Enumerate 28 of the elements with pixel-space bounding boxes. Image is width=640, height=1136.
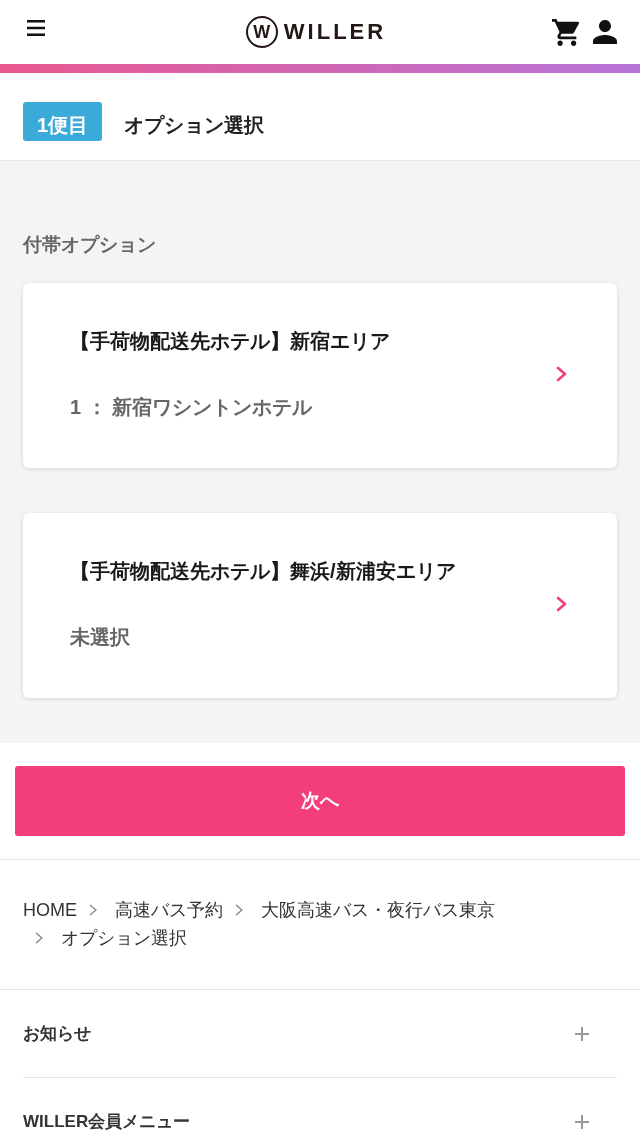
user-icon[interactable] (593, 20, 617, 44)
next-button[interactable]: 次へ (15, 766, 625, 836)
plus-icon[interactable] (575, 1026, 589, 1041)
option-value: 未選択 (70, 625, 130, 649)
logo-mark[interactable]: W (245, 16, 278, 48)
option-card[interactable]: 【手荷物配送先ホテル】舞浜/新浦安エリア 未選択 (23, 513, 617, 698)
chevron-icon (556, 596, 567, 612)
section-heading: 付帯オプション (23, 233, 156, 257)
breadcrumb-link[interactable]: HOME (23, 896, 77, 924)
option-value: 1 ： 新宿ワシントンホテル (70, 395, 313, 419)
chevron-icon (556, 366, 567, 382)
logo-text[interactable]: WILLER (283, 21, 387, 43)
option-title: 【手荷物配送先ホテル】新宿エリア (70, 329, 390, 353)
page-title: オプション選択 (124, 114, 265, 136)
option-card[interactable]: 【手荷物配送先ホテル】新宿エリア 1 ： 新宿ワシントンホテル (23, 283, 617, 468)
trip-badge: 1便目 (23, 102, 103, 141)
breadcrumb-link[interactable]: 高速バス予約 (115, 896, 223, 924)
accordion-title[interactable]: WILLER会員メニュー (23, 1110, 191, 1133)
breadcrumb-link[interactable]: 大阪高速バス・夜行バス東京 (261, 896, 495, 924)
breadcrumb-current: オプション選択 (61, 927, 187, 950)
option-title: 【手荷物配送先ホテル】舞浜/新浦安エリア (70, 559, 456, 583)
chevron-icon (235, 904, 243, 916)
chevron-icon (35, 932, 43, 944)
cart-icon[interactable] (552, 18, 579, 46)
plus-icon[interactable] (575, 1114, 589, 1129)
menu-icon[interactable] (27, 20, 45, 36)
accordion-title[interactable]: お知らせ (23, 1022, 91, 1045)
chevron-icon (89, 904, 97, 916)
